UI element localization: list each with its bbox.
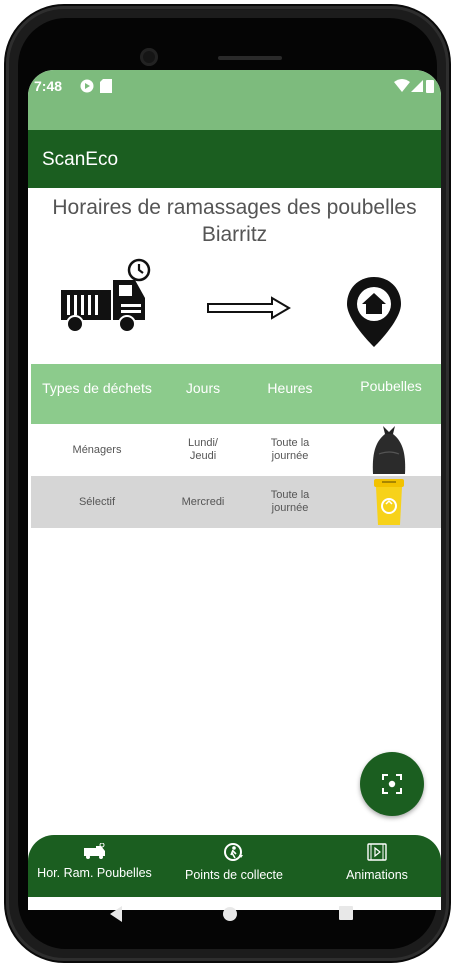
cell-hours: Toute la journée [243, 437, 337, 463]
table-row: Ménagers Lundi/ Jeudi Toute la journée [31, 424, 441, 476]
page-title-line1: Horaires de ramassages des poubelles [52, 196, 417, 219]
home-icon[interactable] [221, 905, 239, 923]
status-bar: 7:48 [28, 70, 441, 130]
cell-hours-line2: journée [271, 450, 309, 462]
cell-hours-line1: Toute la [270, 437, 310, 449]
nav-label-collection-points: Points de collecte [185, 868, 283, 882]
cell-days-line1: Lundi/ [188, 437, 218, 449]
scan-fab-button[interactable] [360, 752, 424, 816]
black-trash-bag-icon [372, 426, 406, 474]
table-header: Types de déchets Jours Heures Poubelles [31, 364, 441, 424]
bottom-navigation: Hor. Ram. Poubelles Points de collecte A… [28, 835, 441, 897]
signal-icon [411, 79, 423, 96]
front-camera [140, 48, 158, 66]
app-title: ScanEco [42, 149, 119, 170]
battery-icon [426, 79, 434, 96]
page-title-line2: Biarritz [201, 223, 268, 246]
header-days: Jours [185, 380, 221, 396]
system-navigation-bar [18, 895, 437, 945]
header-bins: Poubelles [337, 364, 441, 424]
header-bins-label: Poubelles [360, 378, 422, 394]
cell-waste-type: Sélectif [78, 495, 116, 508]
yellow-recycling-bin-icon [374, 479, 404, 525]
header-waste-type: Types de déchets [42, 380, 152, 396]
garbage-truck-icon [83, 842, 105, 859]
collection-schedule-table: Types de déchets Jours Heures Poubelles … [31, 364, 441, 528]
page-title: Horaires de ramassages des poubelles Bia… [28, 194, 441, 248]
recycle-person-icon [224, 843, 243, 861]
cell-hours-line1: Toute la [270, 489, 310, 501]
cell-waste-type: Ménagers [72, 443, 122, 456]
home-location-pin-icon [347, 277, 401, 347]
play-video-icon [367, 843, 387, 861]
cell-days-line2: Jeudi [189, 450, 217, 462]
cell-days: Mercredi [163, 496, 243, 509]
cell-hours-line2: journée [271, 502, 309, 514]
cell-hours: Toute la journée [243, 489, 337, 515]
wifi-icon [394, 79, 410, 96]
header-hours: Heures [267, 380, 313, 396]
cell-days-line1: Mercredi [181, 495, 225, 508]
nav-item-collection-points[interactable]: Points de collecte [174, 843, 294, 882]
cell-days: Lundi/ Jeudi [163, 437, 243, 463]
status-time: 7:48 [34, 78, 63, 94]
recents-icon[interactable] [338, 905, 354, 921]
nav-item-animations[interactable]: Animations [331, 843, 423, 882]
back-icon[interactable] [108, 905, 124, 923]
nav-label-collection-schedule: Hor. Ram. Poubelles [37, 866, 152, 880]
earpiece-speaker [218, 56, 282, 60]
sd-card-icon [100, 79, 112, 96]
notification-icon [80, 79, 94, 96]
nav-item-collection-schedule[interactable]: Hor. Ram. Poubelles [32, 842, 157, 880]
cell-bin [337, 476, 441, 528]
right-arrow-icon [207, 296, 291, 320]
app-screen: 7:48 ScanEco Horaires de ramassages des … [28, 70, 441, 910]
scan-icon [382, 774, 402, 794]
app-bar: ScanEco [28, 130, 441, 188]
garbage-truck-clock-icon [61, 258, 151, 333]
table-row: Sélectif Mercredi Toute la journée [31, 476, 441, 528]
nav-label-animations: Animations [346, 868, 408, 882]
cell-bin [337, 424, 441, 476]
